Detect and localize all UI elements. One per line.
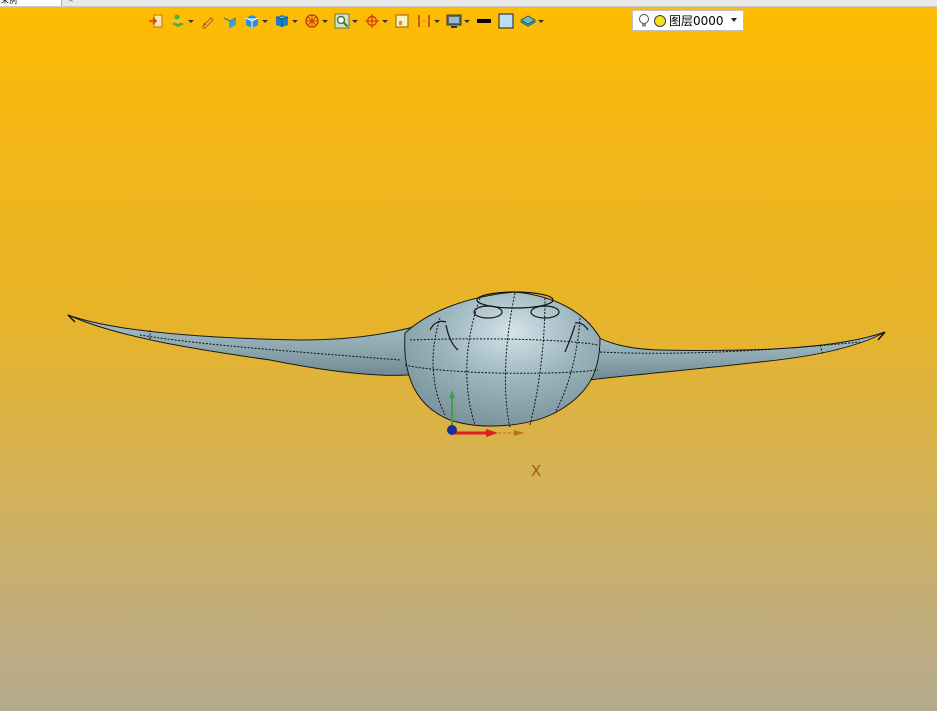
document-tab[interactable]: 未例: [0, 0, 62, 6]
tab-close-icon[interactable]: ×: [68, 0, 74, 4]
snap-button[interactable]: [364, 9, 388, 33]
pencil-icon: [202, 17, 214, 29]
chevron-down-icon[interactable]: [464, 19, 470, 23]
3d-viewport[interactable]: X: [0, 34, 937, 711]
layers-stack-button[interactable]: [170, 9, 194, 33]
layer-style-icon: [520, 15, 536, 27]
dimension-button[interactable]: [416, 9, 440, 33]
right-wing: [584, 328, 886, 381]
chevron-down-icon[interactable]: [434, 19, 440, 23]
snap-point-icon: [365, 14, 379, 28]
layer-name: 图层0000: [669, 14, 724, 28]
chevron-down-icon[interactable]: [352, 19, 358, 23]
lightbulb-icon[interactable]: [637, 13, 651, 29]
chevron-down-icon[interactable]: [731, 18, 737, 22]
view-toolbar: [148, 9, 550, 33]
zoom-fit-icon: [334, 13, 350, 29]
frame-icon: [395, 14, 409, 28]
sketch-button[interactable]: [200, 9, 216, 33]
import-button[interactable]: [148, 9, 164, 33]
chevron-down-icon[interactable]: [382, 19, 388, 23]
layers-stack-icon: [172, 14, 184, 27]
line-weight-button[interactable]: [476, 9, 492, 33]
solid-box-icon: [223, 15, 237, 28]
chevron-down-icon[interactable]: [262, 19, 268, 23]
color-button[interactable]: [498, 9, 514, 33]
import-icon: [149, 14, 163, 28]
display-button[interactable]: [446, 9, 470, 33]
chevron-down-icon[interactable]: [538, 19, 544, 23]
left-wing: [67, 314, 441, 376]
frame-button[interactable]: [394, 9, 410, 33]
dimension-icon: [418, 15, 430, 27]
solid-button[interactable]: [222, 9, 238, 33]
layer-style-button[interactable]: [520, 9, 544, 33]
cube-render-icon: [275, 15, 289, 27]
zoom-fit-button[interactable]: [334, 9, 358, 33]
layer-selector[interactable]: 图层0000: [632, 10, 744, 31]
color-square-icon: [498, 13, 514, 29]
aircraft-model: [67, 291, 886, 437]
x-axis-label: X: [531, 462, 542, 480]
render-mode-button[interactable]: [274, 9, 298, 33]
orbit-button[interactable]: [304, 9, 328, 33]
wheel-icon: [305, 14, 319, 28]
line-weight-icon: [477, 19, 491, 23]
document-tab-strip: 未例 ×: [0, 0, 937, 7]
chevron-down-icon[interactable]: [292, 19, 298, 23]
chevron-down-icon[interactable]: [188, 19, 194, 23]
layer-color-icon[interactable]: [653, 14, 667, 28]
chevron-down-icon[interactable]: [322, 19, 328, 23]
view-cube-button[interactable]: [244, 9, 268, 33]
cube-view-icon: [245, 15, 259, 28]
display-monitor-icon: [446, 14, 462, 28]
